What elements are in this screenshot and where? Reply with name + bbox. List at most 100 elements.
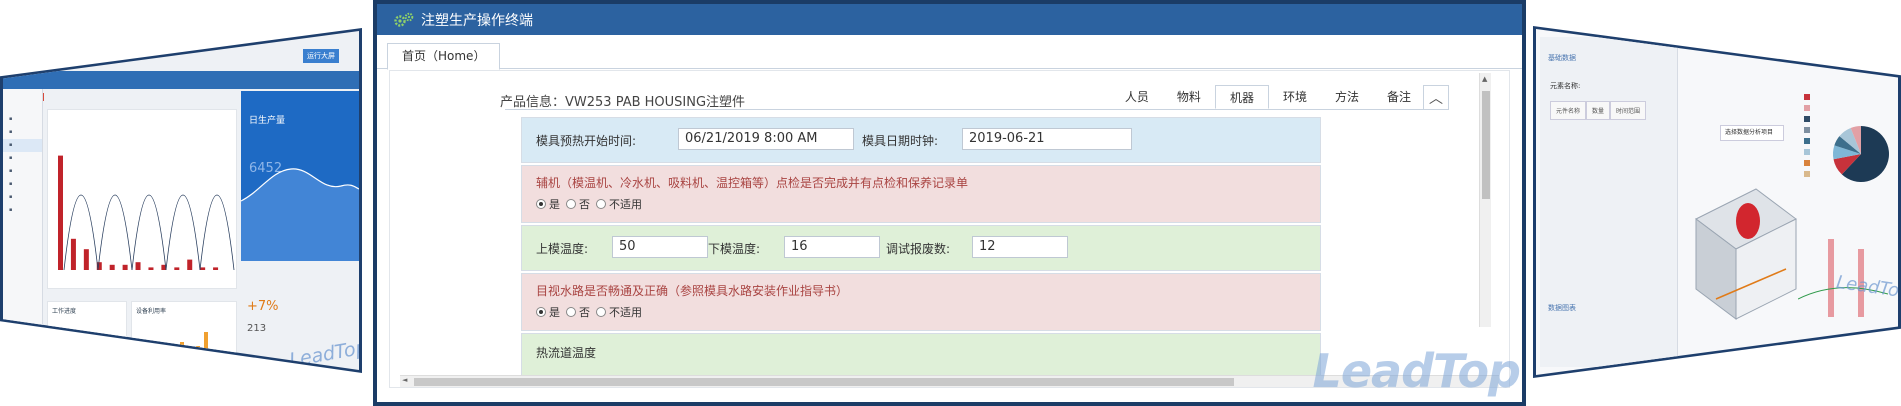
legend-item[interactable] (1804, 168, 1813, 179)
vertical-scrollbar[interactable]: ▲ (1479, 73, 1491, 327)
sidebar-item-active[interactable]: ▪ (3, 139, 42, 152)
left-dashboard: 运行大屏 ▪ ▪ ▪ ▪ ▪ ▪ ▪ ▪ 日生产量 6452 工作进度 设备利用… (3, 31, 359, 370)
radio-yes-circle[interactable] (536, 199, 546, 209)
radio-na-circle[interactable] (596, 307, 606, 317)
sidebar-item[interactable]: ▪ (3, 165, 42, 178)
area-series (241, 168, 359, 261)
right-bar (1828, 239, 1834, 317)
sidebar-tab[interactable]: 时间范围 (1610, 101, 1647, 120)
tab-method[interactable]: 方法 (1321, 85, 1373, 109)
radio-no-circle[interactable] (566, 199, 576, 209)
radio-yes-label: 是 (549, 198, 560, 211)
lower-temp-input[interactable]: 16 (784, 236, 880, 258)
robot-arm (1736, 203, 1760, 239)
sidebar-item[interactable]: ▪ (3, 191, 42, 204)
sidebar-footer-link[interactable]: 数据图表 (1548, 303, 1576, 313)
radio-na-circle[interactable] (596, 199, 606, 209)
page-tab-strip: 首页（Home） (377, 37, 1522, 70)
chart-bar (122, 264, 128, 270)
scroll-left-icon[interactable]: ◄ (402, 376, 407, 384)
left-bar-chart (47, 109, 237, 289)
sidebar-item[interactable]: ▪ (3, 152, 42, 165)
left-sidebar: ▪ ▪ ▪ ▪ ▪ ▪ ▪ ▪ (3, 89, 43, 359)
sidebar-item[interactable]: ▪ (3, 204, 42, 217)
sidebar-header[interactable]: 基础数据 (1548, 53, 1576, 63)
preheat-start-label: 模具预热开始时间: (536, 134, 637, 148)
radio-yes[interactable]: 是 (536, 304, 560, 320)
scroll-up-icon[interactable]: ▲ (1482, 75, 1487, 83)
equipment-utilization-card: 设备利用率 (131, 301, 237, 370)
aux-check-section: 辅机（模温机、冷水机、吸料机、温控箱等）点检是否完成并有点检和保养记录单 是 否… (521, 165, 1321, 223)
radio-no-circle[interactable] (566, 307, 576, 317)
lower-temp-label: 下模温度: (708, 242, 761, 256)
waterway-check-section: 目视水路是否畅通及正确（参照模具水路安装作业指导书） 是 否 不适用 (521, 273, 1321, 331)
chart-bar (187, 259, 193, 270)
product-info: 产品信息：VW253 PAB HOUSING注塑件 (500, 95, 746, 110)
sidebar-item[interactable]: ▪ (3, 178, 42, 191)
chart-arc-line (165, 194, 201, 271)
legend-item[interactable] (1804, 124, 1813, 135)
mold-date-input[interactable]: 2019-06-21 (962, 128, 1132, 150)
analysis-dropdown[interactable]: 选择数据分析项目 (1720, 125, 1784, 141)
horizontal-scroll-thumb[interactable] (414, 378, 1234, 386)
preheat-start-input[interactable]: 06/21/2019 8:00 AM (678, 128, 854, 150)
util-bar (188, 356, 192, 370)
vertical-scroll-thumb[interactable] (1482, 91, 1490, 199)
screenshot-stage: 运行大屏 ▪ ▪ ▪ ▪ ▪ ▪ ▪ ▪ 日生产量 6452 工作进度 设备利用… (0, 0, 1901, 406)
util-bar (172, 350, 176, 370)
legend-item[interactable] (1804, 91, 1813, 102)
tab-personnel[interactable]: 人员 (1111, 85, 1163, 109)
chart-bar (58, 155, 63, 270)
tab-material[interactable]: 物料 (1163, 85, 1215, 109)
radio-na[interactable]: 不适用 (596, 196, 642, 212)
legend-item[interactable] (1804, 157, 1813, 168)
util-bar (196, 346, 200, 370)
tab-home[interactable]: 首页（Home） (387, 43, 501, 70)
tab-machine[interactable]: 机器 (1214, 85, 1269, 109)
left-dashboard-screen: 运行大屏 ▪ ▪ ▪ ▪ ▪ ▪ ▪ ▪ 日生产量 6452 工作进度 设备利用… (0, 28, 362, 373)
legend-item[interactable] (1804, 102, 1813, 113)
chart-bar (109, 264, 115, 270)
sidebar-item[interactable]: ▪ (3, 113, 42, 126)
chart-bar (70, 238, 76, 270)
sidebar-tab[interactable]: 元件名称 (1550, 101, 1587, 120)
legend-swatch (1804, 137, 1810, 144)
aux-check-radio-group: 是 否 不适用 (536, 196, 648, 212)
debug-scrap-input[interactable]: 12 (972, 236, 1068, 258)
sidebar-tab[interactable]: 数量 (1586, 101, 1611, 120)
radio-no-label: 否 (579, 306, 590, 319)
temperature-section: 上模温度: 50 下模温度: 16 调试报废数: 12 (521, 225, 1321, 271)
sidebar-item[interactable]: ▪ (3, 126, 42, 139)
sidebar-field-label: 元素名称: (1550, 82, 1581, 90)
upper-temp-input[interactable]: 50 (612, 236, 708, 258)
chart-arc-line (63, 194, 99, 271)
radio-yes-circle[interactable] (536, 307, 546, 317)
work-progress-title: 工作进度 (52, 308, 77, 315)
daily-output-panel: 日生产量 6452 (241, 91, 359, 261)
window-title: 注塑生产操作终端 (421, 12, 533, 29)
chart-bar (213, 267, 219, 270)
radio-no[interactable]: 否 (566, 196, 590, 212)
util-bar (212, 352, 216, 370)
radio-no[interactable]: 否 (566, 304, 590, 320)
gears-icon (394, 12, 414, 27)
category-tabs: 人员 物料 机器 环境 方法 备注 (1111, 85, 1425, 109)
legend-item[interactable] (1804, 146, 1813, 157)
radio-yes[interactable]: 是 (536, 196, 560, 212)
legend-item[interactable] (1804, 113, 1813, 124)
tab-environment[interactable]: 环境 (1269, 85, 1321, 109)
right-analysis: 基础数据 元素名称: 元件名称 数量 时间范围 数据图表 选择数据分析项目 Le… (1536, 29, 1898, 375)
tab-remarks[interactable]: 备注 (1373, 85, 1425, 109)
count-value: 213 (247, 323, 267, 334)
growth-rate: +7% (247, 299, 279, 314)
left-corner-title[interactable]: 运行大屏 (303, 49, 339, 63)
collapse-button[interactable]: ︿ (1423, 85, 1449, 109)
legend-swatch (1804, 148, 1810, 155)
equipment-utilization-title: 设备利用率 (136, 308, 167, 315)
radio-no-label: 否 (579, 198, 590, 211)
main-window-body: 注塑生产操作终端 首页（Home） 产品信息：VW253 PAB HOUSING… (377, 4, 1522, 402)
legend-item[interactable] (1804, 135, 1813, 146)
chart-bar (200, 267, 206, 270)
radio-na[interactable]: 不适用 (596, 304, 642, 320)
chart-bar (135, 262, 141, 270)
